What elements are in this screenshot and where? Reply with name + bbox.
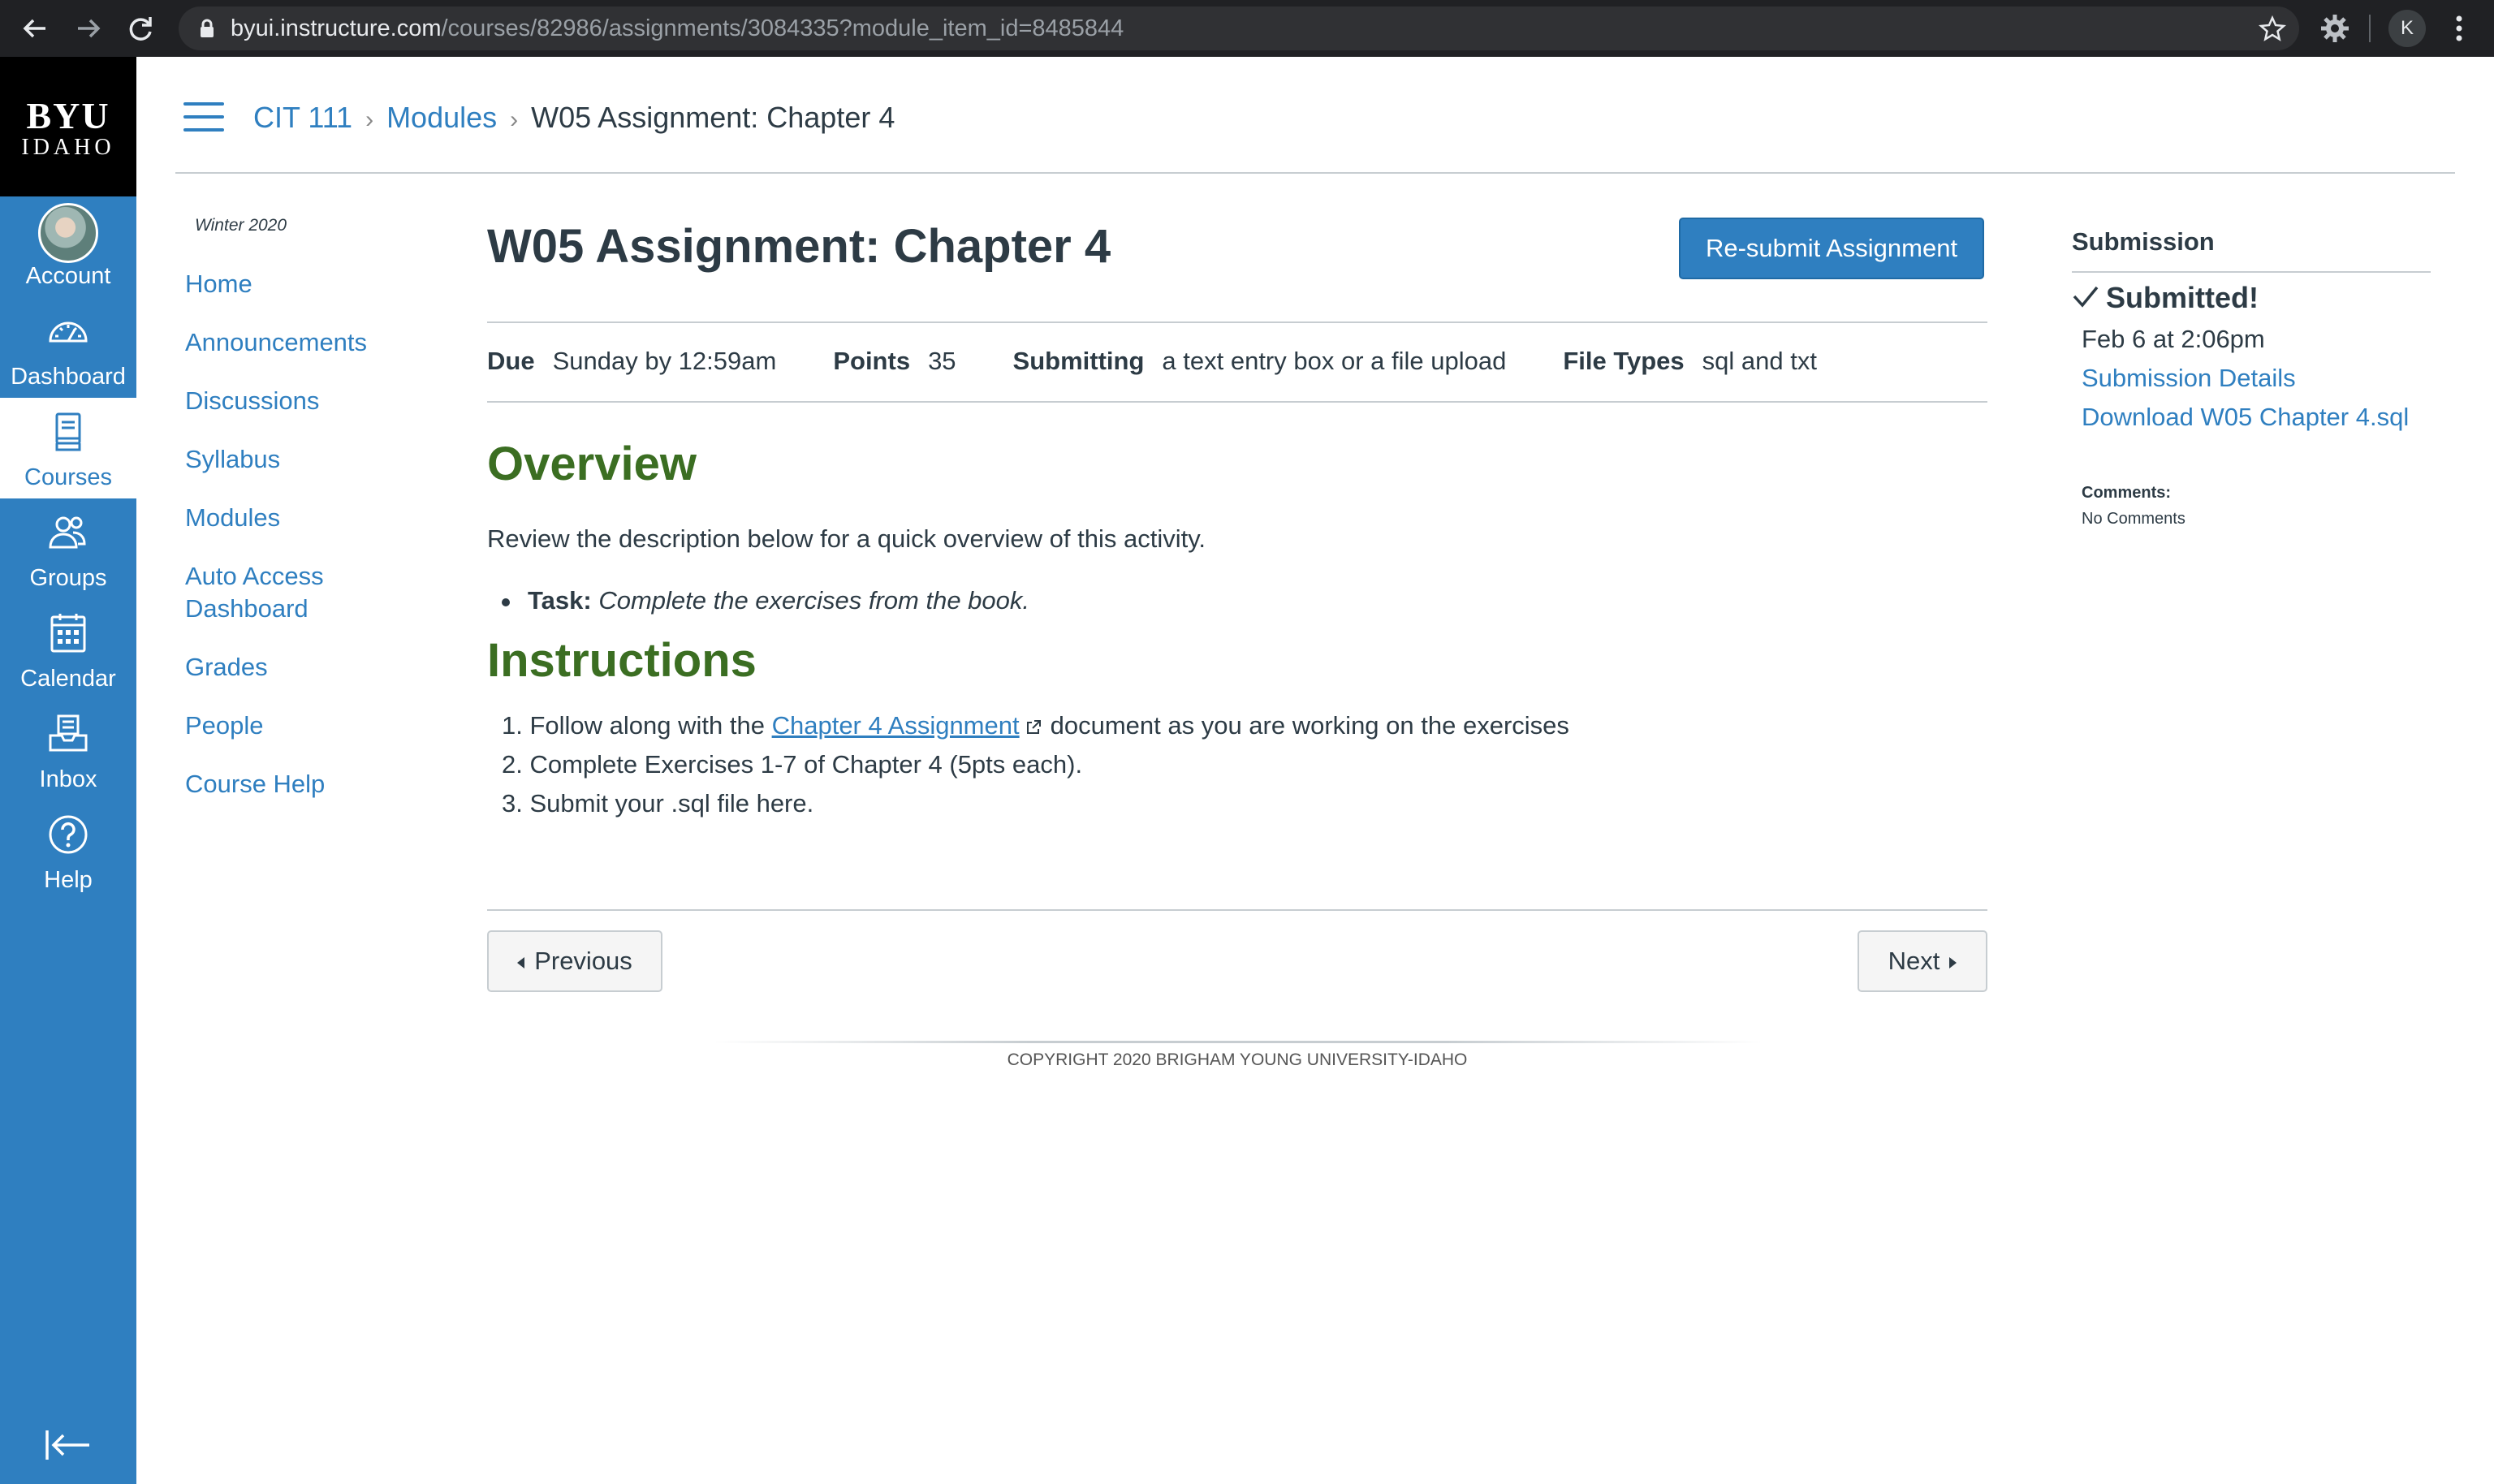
global-nav-groups[interactable]: Groups	[0, 498, 136, 599]
next-button[interactable]: Next	[1858, 930, 1987, 992]
dashboard-icon	[41, 305, 96, 357]
lock-icon	[201, 19, 214, 37]
global-nav-inbox[interactable]: Inbox	[0, 700, 136, 800]
toolbar-divider	[2369, 15, 2371, 42]
footer-divider	[714, 1041, 1762, 1043]
course-nav-announcements[interactable]: Announcements	[185, 326, 367, 359]
assignment-details: Due Sunday by 12:59am Points 35 Submitting a …	[487, 344, 1874, 378]
page-title: W05 Assignment: Chapter 4	[487, 220, 1111, 273]
course-nav-people[interactable]: People	[185, 710, 264, 742]
global-nav-dashboard[interactable]: Dashboard	[0, 297, 136, 398]
course-menu-toggle[interactable]	[183, 102, 224, 133]
details-top-divider	[487, 321, 1987, 323]
breadcrumb: CIT 111 › Modules › W05 Assignment: Chapter …	[253, 97, 895, 138]
instruction-step-3: 3. Submit your .sql file here.	[502, 789, 814, 817]
browser-toolbar: byui.instructure.com/courses/82986/assig…	[0, 0, 2494, 57]
global-nav-courses[interactable]: Courses	[0, 398, 136, 498]
course-nav-course-help[interactable]: Course Help	[185, 768, 325, 800]
extension-gear-icon[interactable]	[2319, 12, 2351, 45]
submission-details-link[interactable]: Submission Details	[2082, 364, 2296, 393]
task-item: Task: Complete the exercises from the bo…	[502, 586, 1029, 615]
instructions-heading: Instructions	[487, 634, 757, 687]
breadcrumb-modules[interactable]: Modules	[386, 101, 497, 134]
help-icon	[41, 809, 96, 861]
external-link-icon	[1026, 719, 1041, 734]
courses-icon	[41, 406, 96, 458]
header-divider	[175, 172, 2455, 174]
profile-avatar[interactable]: K	[2388, 10, 2426, 47]
comments-label: Comments:	[2082, 484, 2172, 502]
url-text: byui.instructure.com/courses/82986/assig…	[231, 15, 1124, 41]
global-nav: BYU IDAHO Account Dashboard Courses Grou…	[0, 57, 136, 1484]
chapter-4-assignment-link[interactable]: Chapter 4 Assignment	[772, 711, 1020, 740]
task-label: Task:	[528, 586, 592, 615]
global-nav-account[interactable]: Account	[0, 196, 136, 297]
inbox-icon	[41, 708, 96, 760]
bullet-icon	[502, 597, 510, 606]
download-submission-link[interactable]: Download W05 Chapter 4.sql	[2082, 403, 2409, 432]
course-nav-home[interactable]: Home	[185, 268, 252, 300]
breadcrumb-current: W05 Assignment: Chapter 4	[531, 101, 895, 134]
task-text: Complete the exercises from the book.	[598, 586, 1030, 615]
avatar	[38, 203, 98, 263]
submitting-value: a text entry box or a file upload	[1162, 347, 1507, 375]
caret-right-icon	[1949, 956, 1957, 968]
submission-heading: Submission	[2072, 227, 2215, 256]
course-nav-modules[interactable]: Modules	[185, 502, 280, 534]
file-types-label: File Types	[1563, 347, 1685, 375]
due-label: Due	[487, 347, 535, 375]
submitting-label: Submitting	[1012, 347, 1145, 375]
points-label: Points	[833, 347, 911, 375]
chevron-right-icon: ›	[510, 106, 519, 133]
address-bar[interactable]: byui.instructure.com/courses/82986/assig…	[179, 6, 2299, 50]
caret-left-icon	[517, 956, 525, 968]
forward-icon[interactable]	[71, 11, 106, 45]
resubmit-assignment-button[interactable]: Re-submit Assignment	[1679, 218, 1984, 279]
submission-status: Submitted!	[2072, 281, 2259, 315]
bookmark-star-icon[interactable]	[2259, 15, 2286, 42]
course-nav-grades[interactable]: Grades	[185, 651, 268, 684]
checkmark-icon	[2073, 286, 2099, 308]
reload-icon[interactable]	[123, 11, 157, 45]
comments-value: No Comments	[2082, 510, 2185, 528]
submission-divider	[2072, 271, 2431, 273]
collapse-nav-icon[interactable]	[42, 1419, 94, 1471]
browser-menu-icon[interactable]	[2447, 11, 2471, 45]
copyright-text: COPYRIGHT 2020 BRIGHAM YOUNG UNIVERSITY-…	[1007, 1050, 1468, 1069]
instruction-step-1: 1. Follow along with the Chapter 4 Assig…	[502, 711, 1569, 740]
course-nav-syllabus[interactable]: Syllabus	[185, 443, 280, 476]
overview-text: Review the description below for a quick…	[487, 524, 1206, 553]
global-nav-calendar[interactable]: Calendar	[0, 599, 136, 700]
groups-icon	[41, 507, 96, 559]
course-nav-auto-access-dashboard[interactable]: Auto Access Dashboard	[185, 560, 347, 625]
overview-heading: Overview	[487, 438, 697, 490]
previous-button[interactable]: Previous	[487, 930, 662, 992]
calendar-icon	[41, 607, 96, 659]
file-types-value: sql and txt	[1702, 347, 1817, 375]
pager-divider	[487, 909, 1987, 911]
details-bottom-divider	[487, 401, 1987, 403]
due-value: Sunday by 12:59am	[552, 347, 777, 375]
back-icon[interactable]	[18, 11, 52, 45]
points-value: 35	[928, 347, 956, 375]
breadcrumb-course[interactable]: CIT 111	[253, 101, 352, 134]
term-label: Winter 2020	[195, 216, 287, 235]
chevron-right-icon: ›	[365, 106, 374, 133]
byui-logo[interactable]: BYU IDAHO	[0, 57, 136, 196]
submission-date: Feb 6 at 2:06pm	[2082, 325, 2265, 353]
global-nav-help[interactable]: Help	[0, 800, 136, 901]
course-nav-discussions[interactable]: Discussions	[185, 385, 319, 417]
instruction-step-2: 2. Complete Exercises 1-7 of Chapter 4 (…	[502, 750, 1083, 779]
